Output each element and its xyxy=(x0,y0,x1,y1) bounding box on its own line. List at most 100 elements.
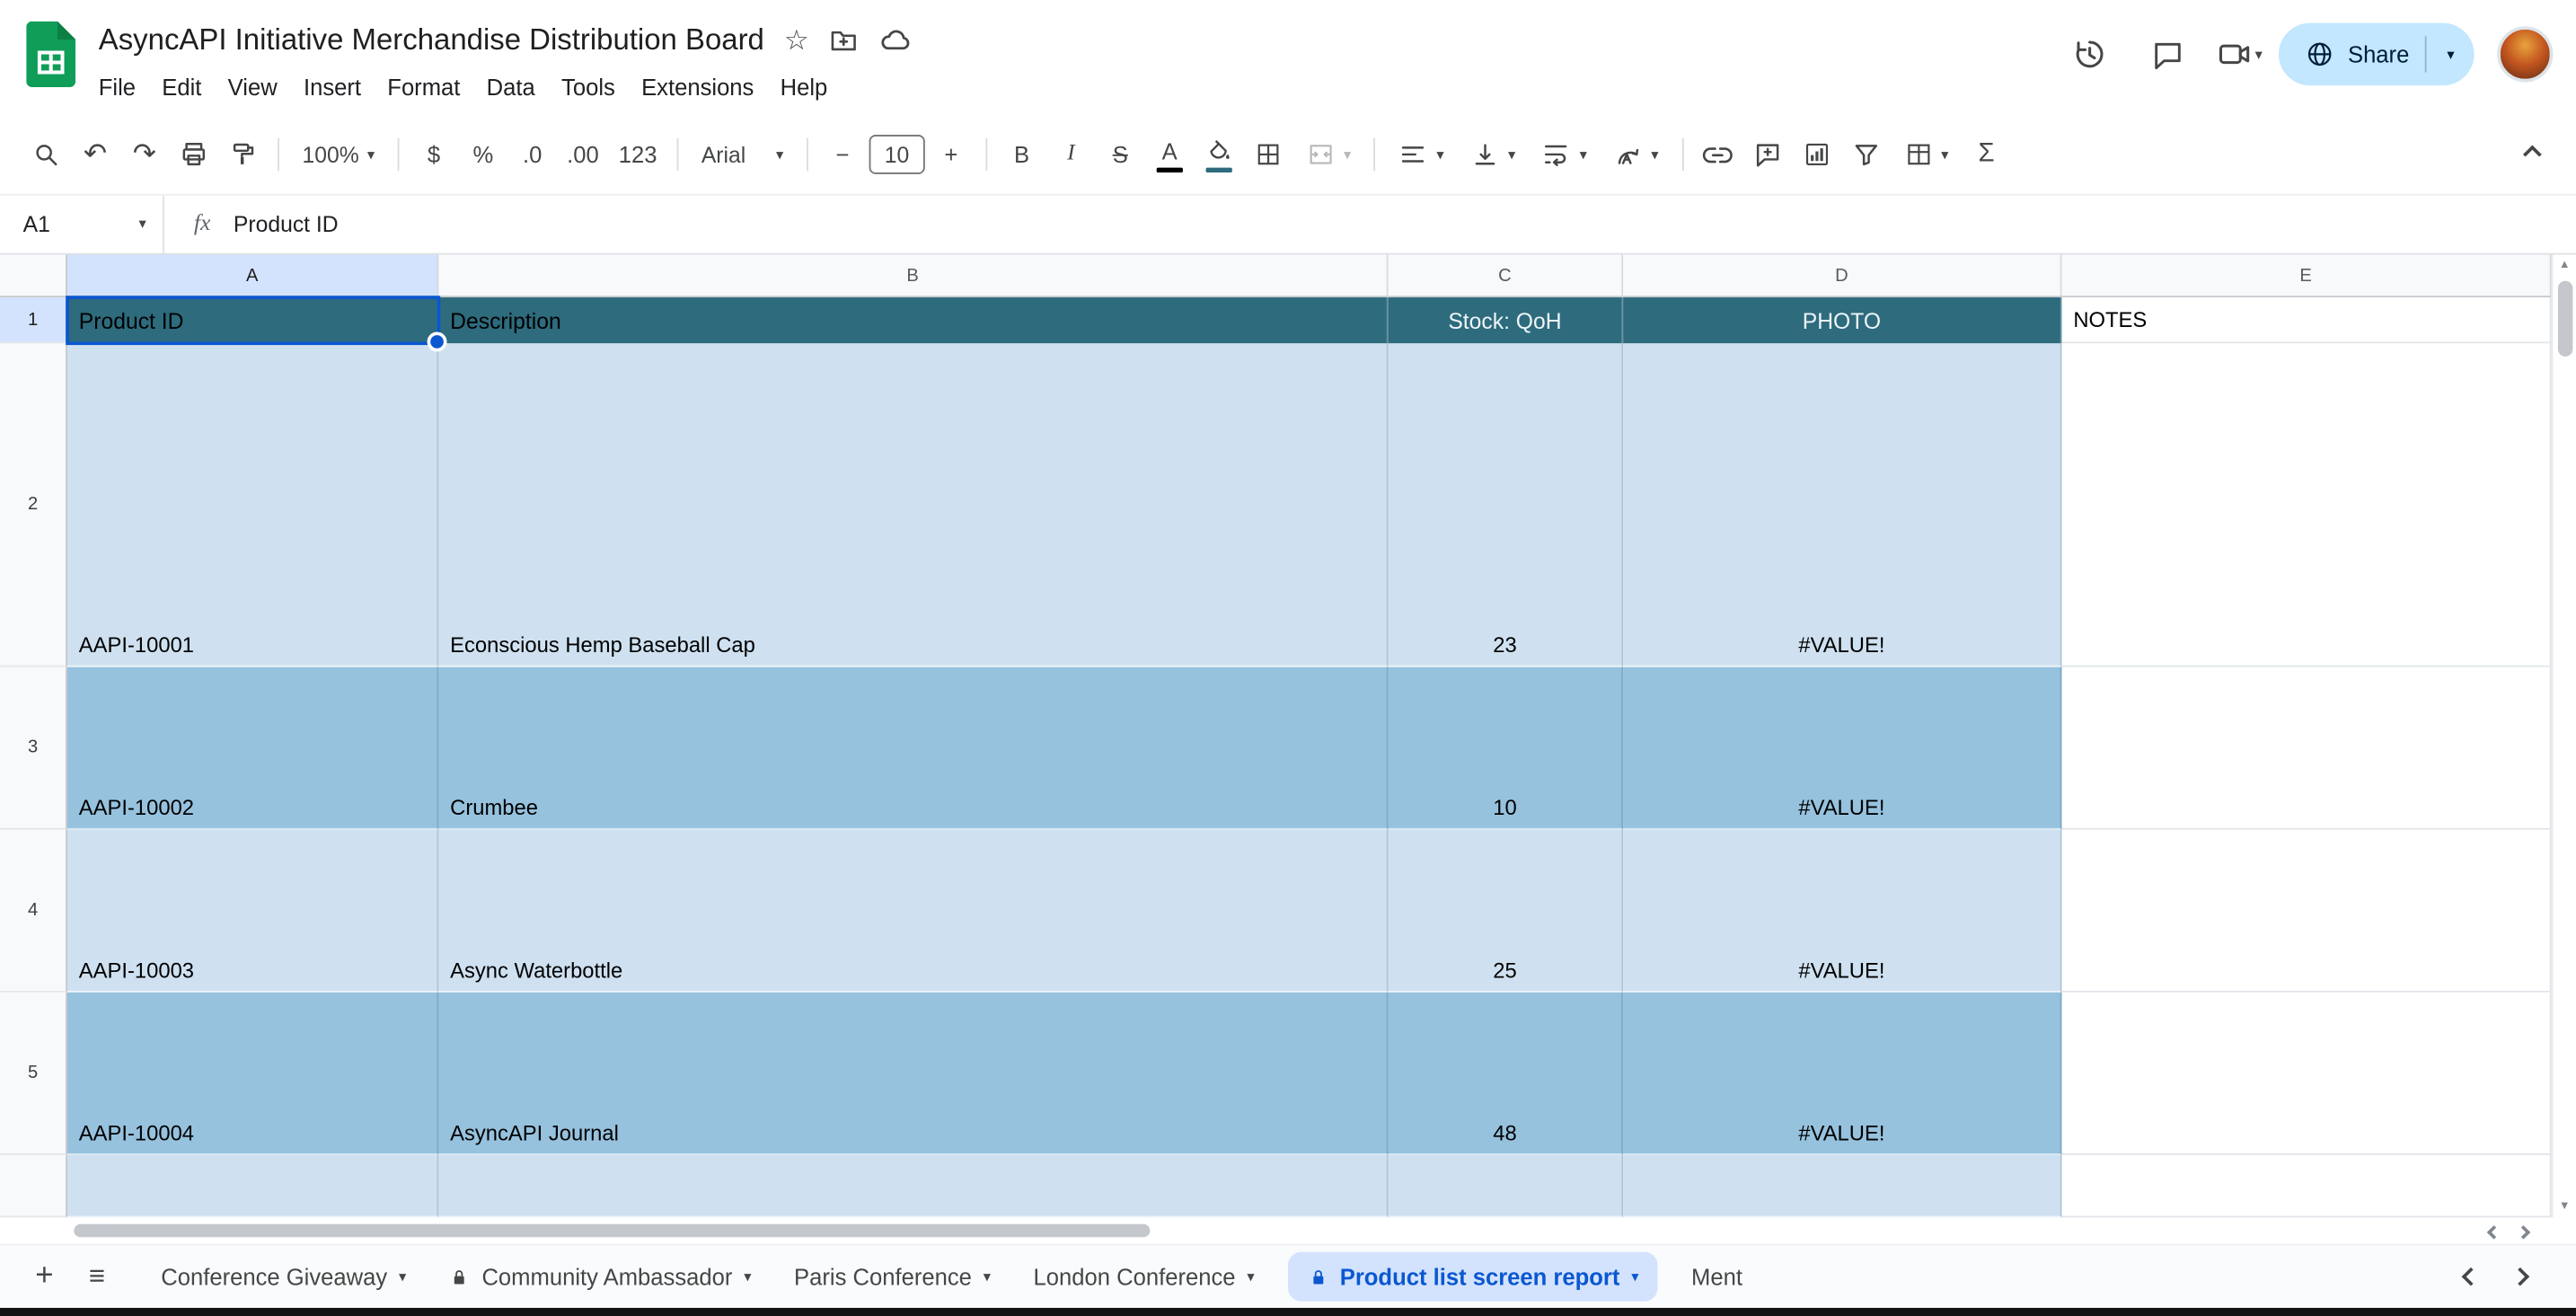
cell-C4[interactable]: 25 xyxy=(1388,829,1624,993)
scroll-up-icon[interactable]: ▲ xyxy=(2559,260,2571,271)
cell-A4[interactable]: AAPI-10003 xyxy=(66,829,439,993)
cell-C5[interactable]: 48 xyxy=(1388,992,1624,1155)
menu-file[interactable]: File xyxy=(85,69,149,105)
zoom-select[interactable]: 100% ▾ xyxy=(291,131,386,177)
document-title[interactable]: AsyncAPI Initiative Merchandise Distribu… xyxy=(99,22,764,57)
cell-E4[interactable] xyxy=(2061,829,2552,993)
horizontal-scrollbar[interactable] xyxy=(0,1216,2552,1246)
cell-E2[interactable] xyxy=(2061,343,2552,667)
bold-button[interactable]: B xyxy=(999,131,1045,177)
cell-B1[interactable]: Description xyxy=(438,297,1389,344)
italic-button[interactable]: I xyxy=(1048,131,1094,177)
functions-button[interactable]: Σ xyxy=(1963,131,2009,177)
row-header-6[interactable] xyxy=(0,1154,67,1218)
search-icon[interactable] xyxy=(23,131,69,177)
text-rotation-button[interactable]: ▾ xyxy=(1601,131,1670,177)
vertical-scrollbar[interactable]: ▲ ▼ xyxy=(2551,254,2576,1218)
menu-edit[interactable]: Edit xyxy=(149,69,215,105)
sheet-tab-community-ambassador[interactable]: Community Ambassador ▾ xyxy=(429,1245,772,1309)
cell-D1[interactable]: PHOTO xyxy=(1623,297,2062,344)
undo-icon[interactable]: ↶ xyxy=(72,131,118,177)
scroll-down-icon[interactable]: ▼ xyxy=(2559,1201,2571,1213)
insert-table-button[interactable]: ▾ xyxy=(1892,131,1960,177)
column-header-D[interactable]: D xyxy=(1623,254,2062,298)
avatar[interactable] xyxy=(2497,26,2554,83)
cell-C3[interactable]: 10 xyxy=(1388,667,1624,830)
add-sheet-icon[interactable]: + xyxy=(20,1252,69,1302)
move-to-folder-icon[interactable] xyxy=(829,24,860,56)
cell-B2[interactable]: Econscious Hemp Baseball Cap xyxy=(438,343,1389,667)
row-header-1[interactable]: 1 xyxy=(0,297,67,344)
increase-font-size-button[interactable]: + xyxy=(928,131,974,177)
fill-color-button[interactable] xyxy=(1195,131,1241,177)
cell-D5[interactable]: #VALUE! xyxy=(1623,992,2062,1155)
column-header-E[interactable]: E xyxy=(2061,254,2552,298)
tab-caret-icon[interactable]: ▾ xyxy=(984,1268,991,1284)
column-header-C[interactable]: C xyxy=(1388,254,1624,298)
redo-icon[interactable]: ↷ xyxy=(121,131,167,177)
cell-A1[interactable]: Product ID xyxy=(66,297,439,344)
share-caret-icon[interactable]: ▾ xyxy=(2427,46,2474,61)
name-box[interactable]: A1 ▾ xyxy=(0,195,164,253)
cell-E6[interactable] xyxy=(2061,1154,2552,1218)
meet-join-button[interactable]: ▾ xyxy=(2216,36,2263,72)
insert-chart-icon[interactable] xyxy=(1794,131,1839,177)
menu-tools[interactable]: Tools xyxy=(548,69,628,105)
cell-E1[interactable]: NOTES xyxy=(2061,297,2552,344)
all-sheets-icon[interactable]: ≡ xyxy=(72,1252,121,1302)
format-percent-button[interactable]: % xyxy=(460,131,506,177)
row-header-4[interactable]: 4 xyxy=(0,829,67,993)
menu-help[interactable]: Help xyxy=(767,69,841,105)
tab-caret-icon[interactable]: ▾ xyxy=(399,1268,406,1284)
cell-A5[interactable]: AAPI-10004 xyxy=(66,992,439,1155)
cell-B4[interactable]: Async Waterbottle xyxy=(438,829,1389,993)
star-icon[interactable]: ☆ xyxy=(784,25,809,53)
scroll-left-icon[interactable] xyxy=(2486,1216,2501,1246)
paint-format-icon[interactable] xyxy=(220,131,266,177)
cell-E3[interactable] xyxy=(2061,667,2552,830)
sheets-logo-icon[interactable] xyxy=(26,21,76,87)
menu-data[interactable]: Data xyxy=(473,69,548,105)
text-wrap-button[interactable]: ▾ xyxy=(1531,131,1599,177)
decrease-decimal-button[interactable]: .0 xyxy=(509,131,555,177)
menu-extensions[interactable]: Extensions xyxy=(628,69,767,105)
tab-caret-icon[interactable]: ▾ xyxy=(744,1268,751,1284)
sheet-tab-product-list-screen-report[interactable]: Product list screen report ▾ xyxy=(1287,1251,1659,1302)
comments-icon[interactable] xyxy=(2137,23,2200,86)
tab-caret-icon[interactable]: ▾ xyxy=(1247,1268,1254,1284)
column-header-A[interactable]: A xyxy=(66,254,439,298)
text-color-button[interactable]: A xyxy=(1147,131,1193,177)
cell-C2[interactable]: 23 xyxy=(1388,343,1624,667)
tabs-scroll-left-icon[interactable] xyxy=(2461,1267,2481,1286)
merge-cells-button[interactable]: ▾ xyxy=(1294,131,1363,177)
decrease-font-size-button[interactable]: − xyxy=(820,131,866,177)
vertical-align-button[interactable]: ▾ xyxy=(1459,131,1527,177)
more-formats-button[interactable]: 123 xyxy=(611,131,666,177)
vertical-scroll-thumb[interactable] xyxy=(2556,280,2572,357)
format-currency-button[interactable]: $ xyxy=(410,131,456,177)
increase-decimal-button[interactable]: .00 xyxy=(559,131,607,177)
cell-D2[interactable]: #VALUE! xyxy=(1623,343,2062,667)
cell-A6[interactable] xyxy=(66,1154,439,1218)
insert-link-icon[interactable] xyxy=(1695,131,1741,177)
tabs-scroll-right-icon[interactable] xyxy=(2510,1267,2530,1286)
menu-format[interactable]: Format xyxy=(375,69,473,105)
print-icon[interactable] xyxy=(171,131,216,177)
cell-B6[interactable] xyxy=(438,1154,1389,1218)
scroll-right-icon[interactable] xyxy=(2516,1216,2531,1246)
horizontal-scroll-thumb[interactable] xyxy=(74,1223,1151,1238)
cell-C6[interactable] xyxy=(1388,1154,1624,1218)
column-header-B[interactable]: B xyxy=(438,254,1389,298)
cell-D4[interactable]: #VALUE! xyxy=(1623,829,2062,993)
cell-B5[interactable]: AsyncAPI Journal xyxy=(438,992,1389,1155)
sheet-tab-london-conference[interactable]: London Conference ▾ xyxy=(1014,1245,1275,1309)
font-family-select[interactable]: Arial ▾ xyxy=(690,131,795,177)
create-filter-icon[interactable] xyxy=(1842,131,1888,177)
cell-A3[interactable]: AAPI-10002 xyxy=(66,667,439,830)
row-header-3[interactable]: 3 xyxy=(0,667,67,830)
horizontal-align-button[interactable]: ▾ xyxy=(1388,131,1456,177)
sheet-tab-conference-giveaway[interactable]: Conference Giveaway ▾ xyxy=(141,1245,426,1309)
version-history-icon[interactable] xyxy=(2058,23,2121,86)
menu-view[interactable]: View xyxy=(215,69,290,105)
select-all-corner[interactable] xyxy=(0,254,67,298)
